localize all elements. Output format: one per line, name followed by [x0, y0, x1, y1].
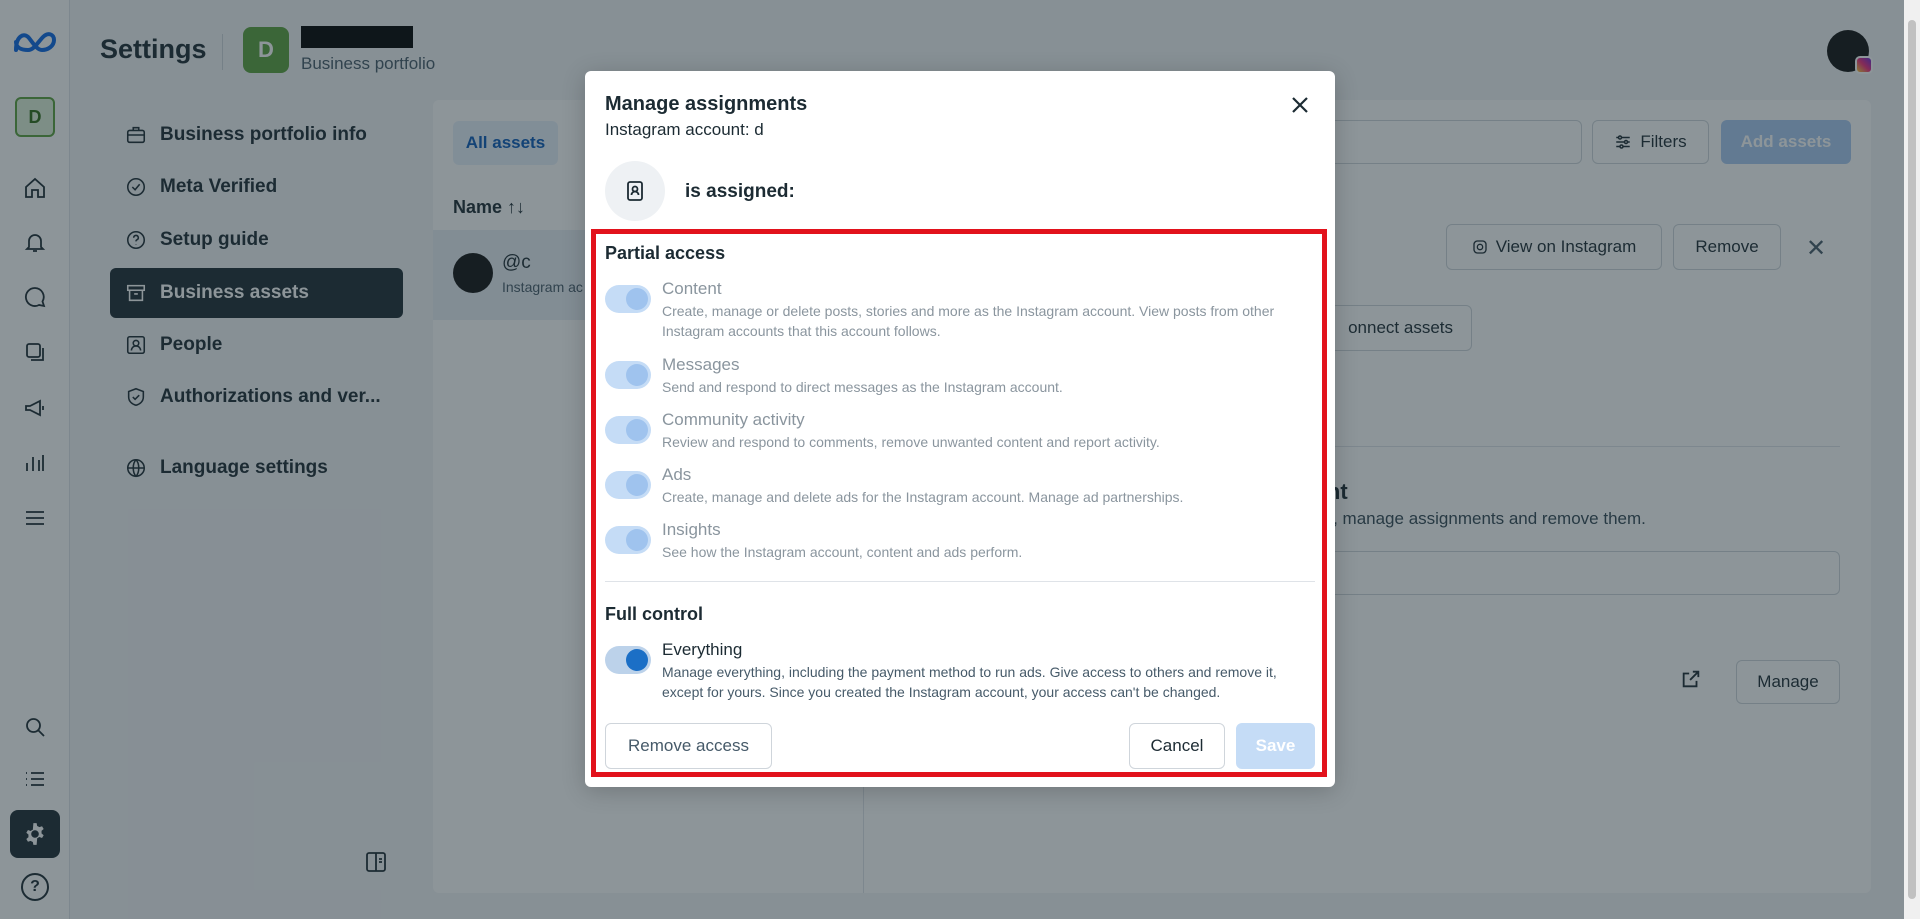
toggle-content[interactable]: [605, 285, 651, 313]
permission-insights: Insights See how the Instagram account, …: [605, 520, 1315, 562]
permission-content: Content Create, manage or delete posts, …: [605, 279, 1315, 339]
dialog-subtitle: Instagram account: d: [605, 120, 764, 139]
permission-description: Review and respond to comments, remove u…: [662, 434, 1160, 450]
permission-description: Create, manage and delete ads for the In…: [662, 489, 1184, 505]
permission-label: Community activity: [662, 410, 805, 429]
permission-label: Content: [662, 279, 722, 298]
permission-messages: Messages Send and respond to direct mess…: [605, 355, 1315, 397]
dialog-title: Manage assignments: [605, 93, 808, 115]
permission-community-activity: Community activity Review and respond to…: [605, 410, 1315, 452]
toggle-ads[interactable]: [605, 471, 651, 499]
partial-access-heading: Partial access: [605, 243, 726, 263]
full-control-heading: Full control: [605, 604, 703, 624]
toggle-insights[interactable]: [605, 526, 651, 554]
scrollbar-thumb[interactable]: [1908, 20, 1916, 899]
cancel-button[interactable]: Cancel: [1129, 723, 1225, 769]
toggle-community-activity[interactable]: [605, 416, 651, 444]
person-badge-icon: [605, 161, 665, 221]
permission-label: Insights: [662, 520, 721, 539]
permission-label: Messages: [662, 355, 740, 374]
save-button[interactable]: Save: [1236, 723, 1315, 769]
manage-assignments-dialog: Manage assignments Instagram account: d …: [585, 71, 1335, 787]
permission-description: Create, manage or delete posts, stories …: [662, 303, 1275, 339]
permission-everything: Everything Manage everything, including …: [605, 640, 1315, 700]
permission-description: Manage everything, including the payment…: [662, 664, 1277, 700]
section-divider: [605, 581, 1315, 582]
toggle-messages[interactable]: [605, 361, 651, 389]
remove-access-button[interactable]: Remove access: [605, 723, 772, 769]
permission-label: Everything: [662, 640, 743, 659]
page-scrollbar[interactable]: [1904, 0, 1920, 919]
permission-description: Send and respond to direct messages as t…: [662, 379, 1063, 395]
permission-description: See how the Instagram account, content a…: [662, 544, 1023, 560]
close-dialog-button[interactable]: [1284, 89, 1316, 121]
permission-ads: Ads Create, manage and delete ads for th…: [605, 465, 1315, 507]
toggle-everything[interactable]: [605, 646, 651, 674]
close-icon: [1292, 97, 1308, 113]
assigned-label: is assigned:: [685, 181, 795, 202]
permission-label: Ads: [662, 465, 692, 484]
